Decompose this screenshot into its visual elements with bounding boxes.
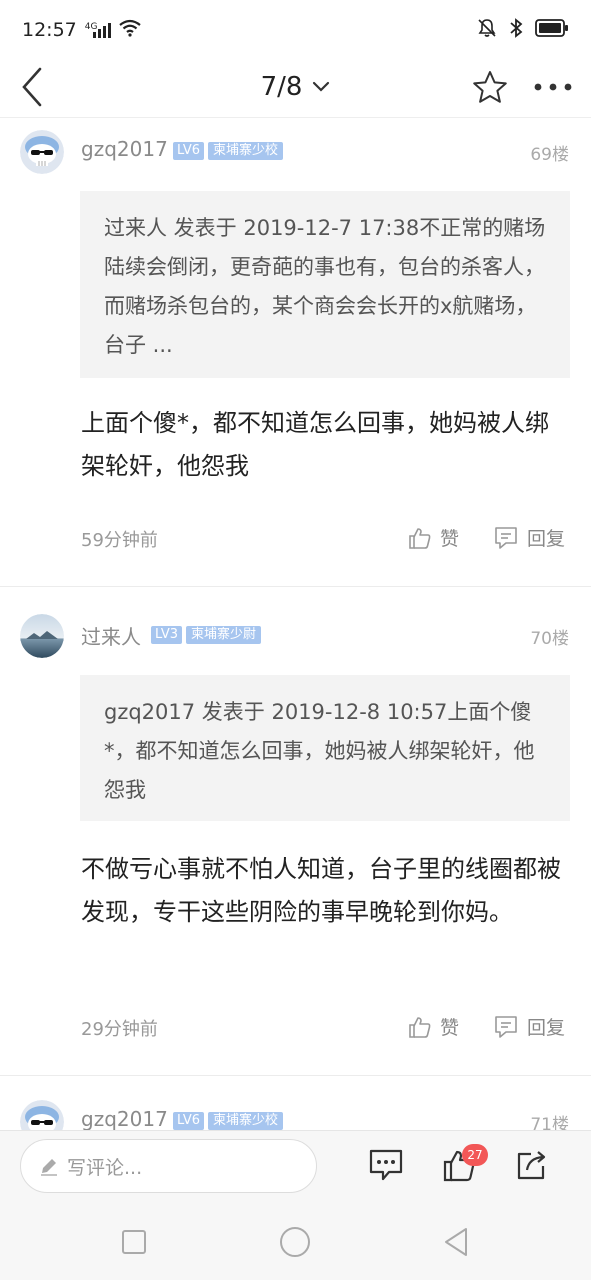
quoted-post[interactable]: 过来人 发表于 2019-12-7 17:38不正常的赌场陆续会倒闭，更奇葩的事…	[80, 191, 570, 378]
share-icon	[517, 1151, 546, 1180]
level-badge: LV6	[173, 142, 204, 160]
thumbs-up-icon	[409, 527, 431, 549]
signal-icon: 4G	[85, 22, 112, 38]
reply-time: 59分钟前	[81, 530, 158, 551]
like-button[interactable]: 赞	[408, 1013, 459, 1040]
square-icon	[122, 1230, 146, 1254]
quote-text: gzq2017 发表于 2019-12-8 10:57上面个傻*，都不知道怎么回…	[104, 700, 535, 802]
star-icon	[473, 71, 507, 103]
avatar[interactable]	[20, 130, 64, 174]
recent-apps-button[interactable]	[114, 1222, 154, 1262]
wifi-icon	[119, 19, 142, 42]
floor-number: 70楼	[530, 629, 569, 649]
chevron-down-icon	[313, 81, 330, 92]
pencil-icon	[41, 1159, 57, 1176]
status-time: 12:57	[22, 19, 77, 41]
circle-icon	[280, 1227, 310, 1257]
level-badge: LV6	[173, 1112, 204, 1130]
quote-text: 过来人 发表于 2019-12-7 17:38不正常的赌场陆续会倒闭，更奇葩的事…	[104, 216, 546, 357]
reply-text: 上面个傻*，都不知道怎么回事，她妈被人绑架轮奸，他怨我	[81, 409, 549, 480]
status-bar: 12:57 4G	[0, 0, 591, 60]
level-badge: LV3	[151, 626, 182, 644]
system-nav-bar	[0, 1202, 591, 1280]
reply-button[interactable]: 回复	[493, 1013, 565, 1040]
avatar[interactable]	[20, 1100, 64, 1130]
bluetooth-icon	[509, 17, 523, 43]
system-back-button[interactable]	[436, 1222, 476, 1262]
reply-item: 过来人 LV3 柬埔寨少尉 70楼 gzq2017 发表于 2019-12-8 …	[0, 612, 591, 1074]
reply-time: 29分钟前	[81, 1019, 158, 1040]
mute-bell-icon	[477, 18, 497, 43]
favorite-button[interactable]	[469, 66, 511, 108]
avatar[interactable]	[20, 614, 64, 658]
rank-badge: 柬埔寨少校	[207, 142, 283, 160]
back-arrow-icon	[22, 67, 42, 107]
page-selector[interactable]: 7/8	[261, 72, 331, 102]
like-label: 赞	[440, 528, 460, 550]
share-button[interactable]	[512, 1145, 552, 1185]
page-indicator: 7/8	[260, 71, 303, 102]
reply-label: 回复	[527, 528, 566, 550]
like-count-badge: 27	[462, 1144, 488, 1166]
reply-header: 过来人 LV3 柬埔寨少尉 70楼	[0, 612, 591, 660]
floor-number: 71楼	[530, 1115, 569, 1130]
network-type: 4G	[84, 22, 98, 32]
reply-header: gzq2017 LV6 柬埔寨少校 71楼	[0, 1098, 591, 1130]
divider	[0, 586, 591, 587]
user-badges: LV6 柬埔寨少校	[173, 142, 283, 160]
reply-label: 回复	[527, 1017, 566, 1039]
home-button[interactable]	[275, 1222, 315, 1262]
triangle-back-icon	[445, 1228, 467, 1256]
username[interactable]: gzq2017	[81, 1107, 168, 1130]
reply-item: gzq2017 LV6 柬埔寨少校 71楼	[0, 1098, 591, 1130]
username[interactable]: 过来人	[81, 621, 141, 650]
comment-icon	[495, 526, 517, 549]
comment-icon	[495, 1015, 517, 1038]
like-label: 赞	[440, 1017, 460, 1039]
reply-button[interactable]: 回复	[493, 524, 565, 551]
back-button[interactable]	[14, 64, 50, 110]
quoted-post[interactable]: gzq2017 发表于 2019-12-8 10:57上面个傻*，都不知道怎么回…	[80, 675, 570, 821]
floor-number: 69楼	[530, 145, 569, 165]
reply-item: gzq2017 LV6 柬埔寨少校 69楼 过来人 发表于 2019-12-7 …	[0, 128, 591, 588]
divider	[0, 1075, 591, 1076]
comment-bar: 写评论...	[0, 1130, 591, 1202]
comment-placeholder: 写评论...	[67, 1156, 143, 1179]
comment-input[interactable]: 写评论...	[20, 1139, 317, 1193]
reply-header: gzq2017 LV6 柬埔寨少校 69楼	[0, 128, 591, 176]
comments-button[interactable]	[366, 1145, 406, 1185]
rank-badge: 柬埔寨少校	[207, 1112, 283, 1130]
top-nav-bar: 7/8	[0, 56, 591, 118]
battery-icon	[535, 18, 569, 42]
rank-badge: 柬埔寨少尉	[185, 626, 261, 644]
comment-icon	[369, 1149, 403, 1181]
username[interactable]: gzq2017	[81, 137, 168, 161]
more-icon	[534, 83, 572, 91]
reply-text: 不做亏心事就不怕人知道，台子里的线圈都被发现，专干这些阴险的事早晚轮到你妈。	[81, 855, 561, 926]
like-button[interactable]: 赞	[408, 524, 459, 551]
more-button[interactable]	[529, 66, 577, 108]
user-badges: LV6 柬埔寨少校	[173, 1112, 283, 1130]
reply-list: gzq2017 LV6 柬埔寨少校 69楼 过来人 发表于 2019-12-7 …	[0, 122, 591, 1130]
thumbs-up-icon	[409, 1016, 431, 1038]
user-badges: LV3 柬埔寨少尉	[151, 626, 261, 644]
